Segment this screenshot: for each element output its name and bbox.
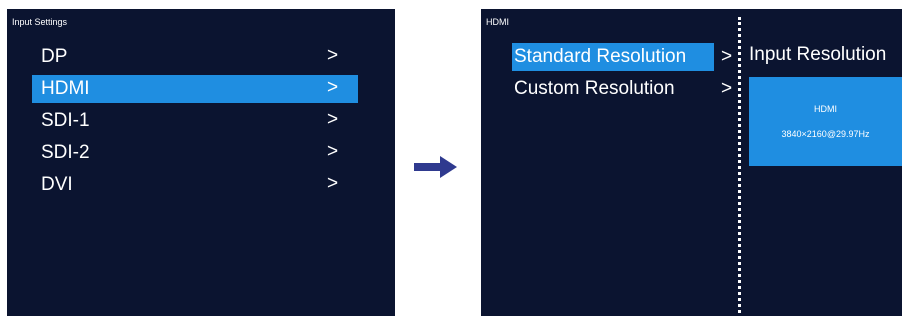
menu-item-dp[interactable]: DP > — [32, 43, 358, 71]
screen-title: Input Settings — [12, 17, 68, 27]
menu-item-dvi[interactable]: DVI > — [32, 171, 358, 199]
menu-item-label: Custom Resolution — [514, 78, 675, 99]
menu-item-label: DP — [41, 46, 68, 67]
chevron-right-icon: > — [327, 77, 339, 98]
menu-item-sdi-1[interactable]: SDI-1 > — [32, 107, 358, 135]
input-source-label: HDMI — [814, 104, 837, 114]
chevron-right-icon: > — [327, 141, 339, 162]
chevron-right-icon: > — [327, 173, 339, 194]
menu-item-standard-resolution[interactable]: Standard Resolution — [512, 43, 714, 71]
menu-item-label: SDI-1 — [41, 110, 90, 131]
right-arrow-icon — [414, 156, 457, 178]
chevron-right-icon: > — [721, 78, 733, 99]
menu-item-label: Standard Resolution — [514, 46, 687, 67]
input-resolution-panel: HDMI 3840×2160@29.97Hz — [749, 77, 902, 166]
input-resolution-value: 3840×2160@29.97Hz — [781, 129, 870, 139]
menu-item-hdmi[interactable]: HDMI > — [32, 75, 358, 103]
screen-title: HDMI — [486, 17, 509, 27]
panel-heading: Input Resolution — [749, 44, 887, 65]
hdmi-settings-screen: HDMI Standard Resolution > Custom Resolu… — [481, 9, 902, 316]
menu-item-label: DVI — [41, 174, 73, 195]
menu-item-label: SDI-2 — [41, 142, 90, 163]
menu-item-sdi-2[interactable]: SDI-2 > — [32, 139, 358, 167]
chevron-right-icon: > — [721, 46, 733, 67]
menu-item-custom-resolution[interactable]: Custom Resolution — [512, 75, 714, 103]
chevron-right-icon: > — [327, 109, 339, 130]
column-divider — [738, 17, 741, 313]
menu-item-label: HDMI — [41, 78, 90, 99]
input-settings-screen: Input Settings DP > HDMI > SDI-1 > SDI-2… — [7, 9, 395, 316]
chevron-right-icon: > — [327, 45, 339, 66]
